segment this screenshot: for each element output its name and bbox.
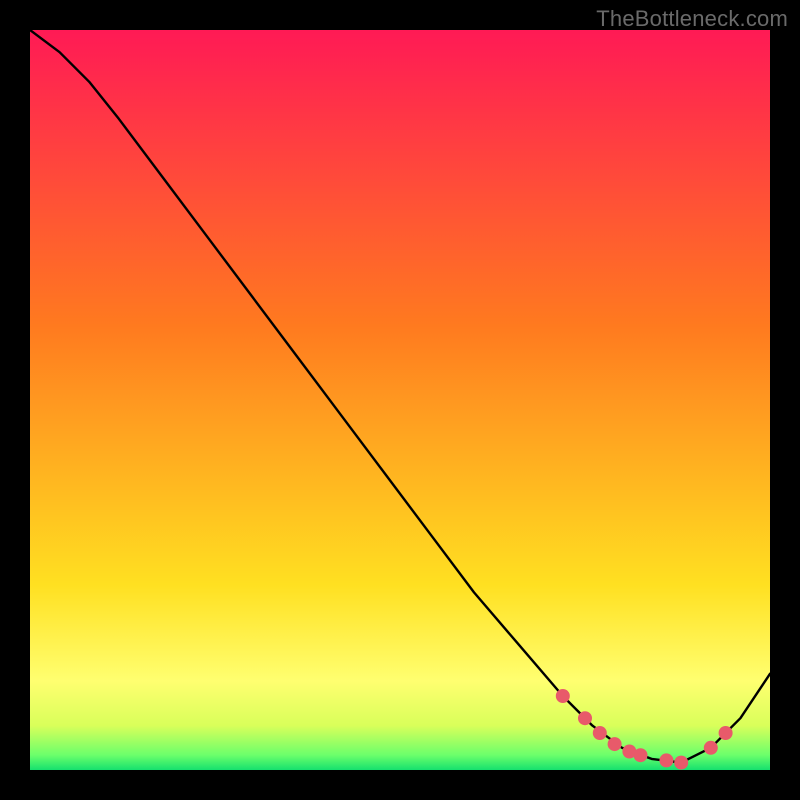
- highlight-dot: [634, 748, 648, 762]
- highlight-dot: [719, 726, 733, 740]
- highlight-dot: [608, 737, 622, 751]
- gradient-background: [30, 30, 770, 770]
- highlight-dot: [704, 741, 718, 755]
- highlight-dot: [556, 689, 570, 703]
- watermark-text: TheBottleneck.com: [596, 6, 788, 32]
- highlight-dot: [578, 711, 592, 725]
- highlight-dot: [674, 756, 688, 770]
- chart-svg: [30, 30, 770, 770]
- plot-area: [30, 30, 770, 770]
- chart-frame: TheBottleneck.com: [0, 0, 800, 800]
- highlight-dot: [593, 726, 607, 740]
- highlight-dot: [659, 753, 673, 767]
